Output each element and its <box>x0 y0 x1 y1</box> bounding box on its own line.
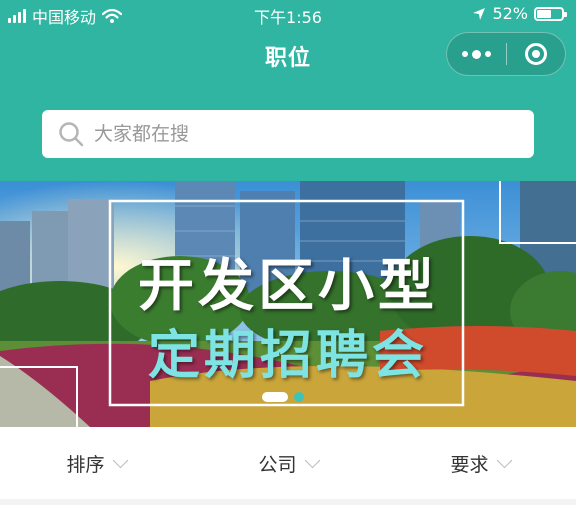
filter-requirements[interactable]: 要求 <box>384 427 576 499</box>
close-target-icon[interactable] <box>507 33 565 75</box>
search-icon <box>59 122 84 147</box>
header: 中国移动 下午1:56 52% 职位 <box>0 0 576 181</box>
battery-icon <box>534 6 567 21</box>
filter-sort[interactable]: 排序 <box>0 427 192 499</box>
filter-company-label: 公司 <box>258 453 297 476</box>
mini-program-capsule <box>446 32 566 76</box>
filter-bar: 排序 公司 要求 <box>0 427 576 499</box>
filter-requirements-label: 要求 <box>450 453 489 476</box>
chevron-down-icon <box>496 452 512 468</box>
content-divider <box>0 499 576 505</box>
search-input[interactable] <box>92 122 516 146</box>
filter-company[interactable]: 公司 <box>192 427 384 499</box>
filter-sort-label: 排序 <box>66 453 105 476</box>
carousel-dot[interactable] <box>294 392 304 402</box>
chevron-down-icon <box>112 452 128 468</box>
banner-carousel[interactable]: 开发区小型 定期招聘会 <box>0 181 576 427</box>
status-right: 52% <box>472 4 567 23</box>
search-bar[interactable] <box>42 110 534 158</box>
carousel-dot-active[interactable] <box>262 392 288 402</box>
banner-headline-1: 开发区小型 <box>138 254 438 319</box>
location-arrow-icon <box>473 7 486 20</box>
chevron-down-icon <box>304 452 320 468</box>
banner-headline-2: 定期招聘会 <box>147 326 428 386</box>
battery-percent: 52% <box>492 4 528 23</box>
carousel-indicators <box>262 392 304 402</box>
more-dots-icon[interactable] <box>447 33 506 75</box>
status-bar: 中国移动 下午1:56 52% <box>0 0 576 30</box>
